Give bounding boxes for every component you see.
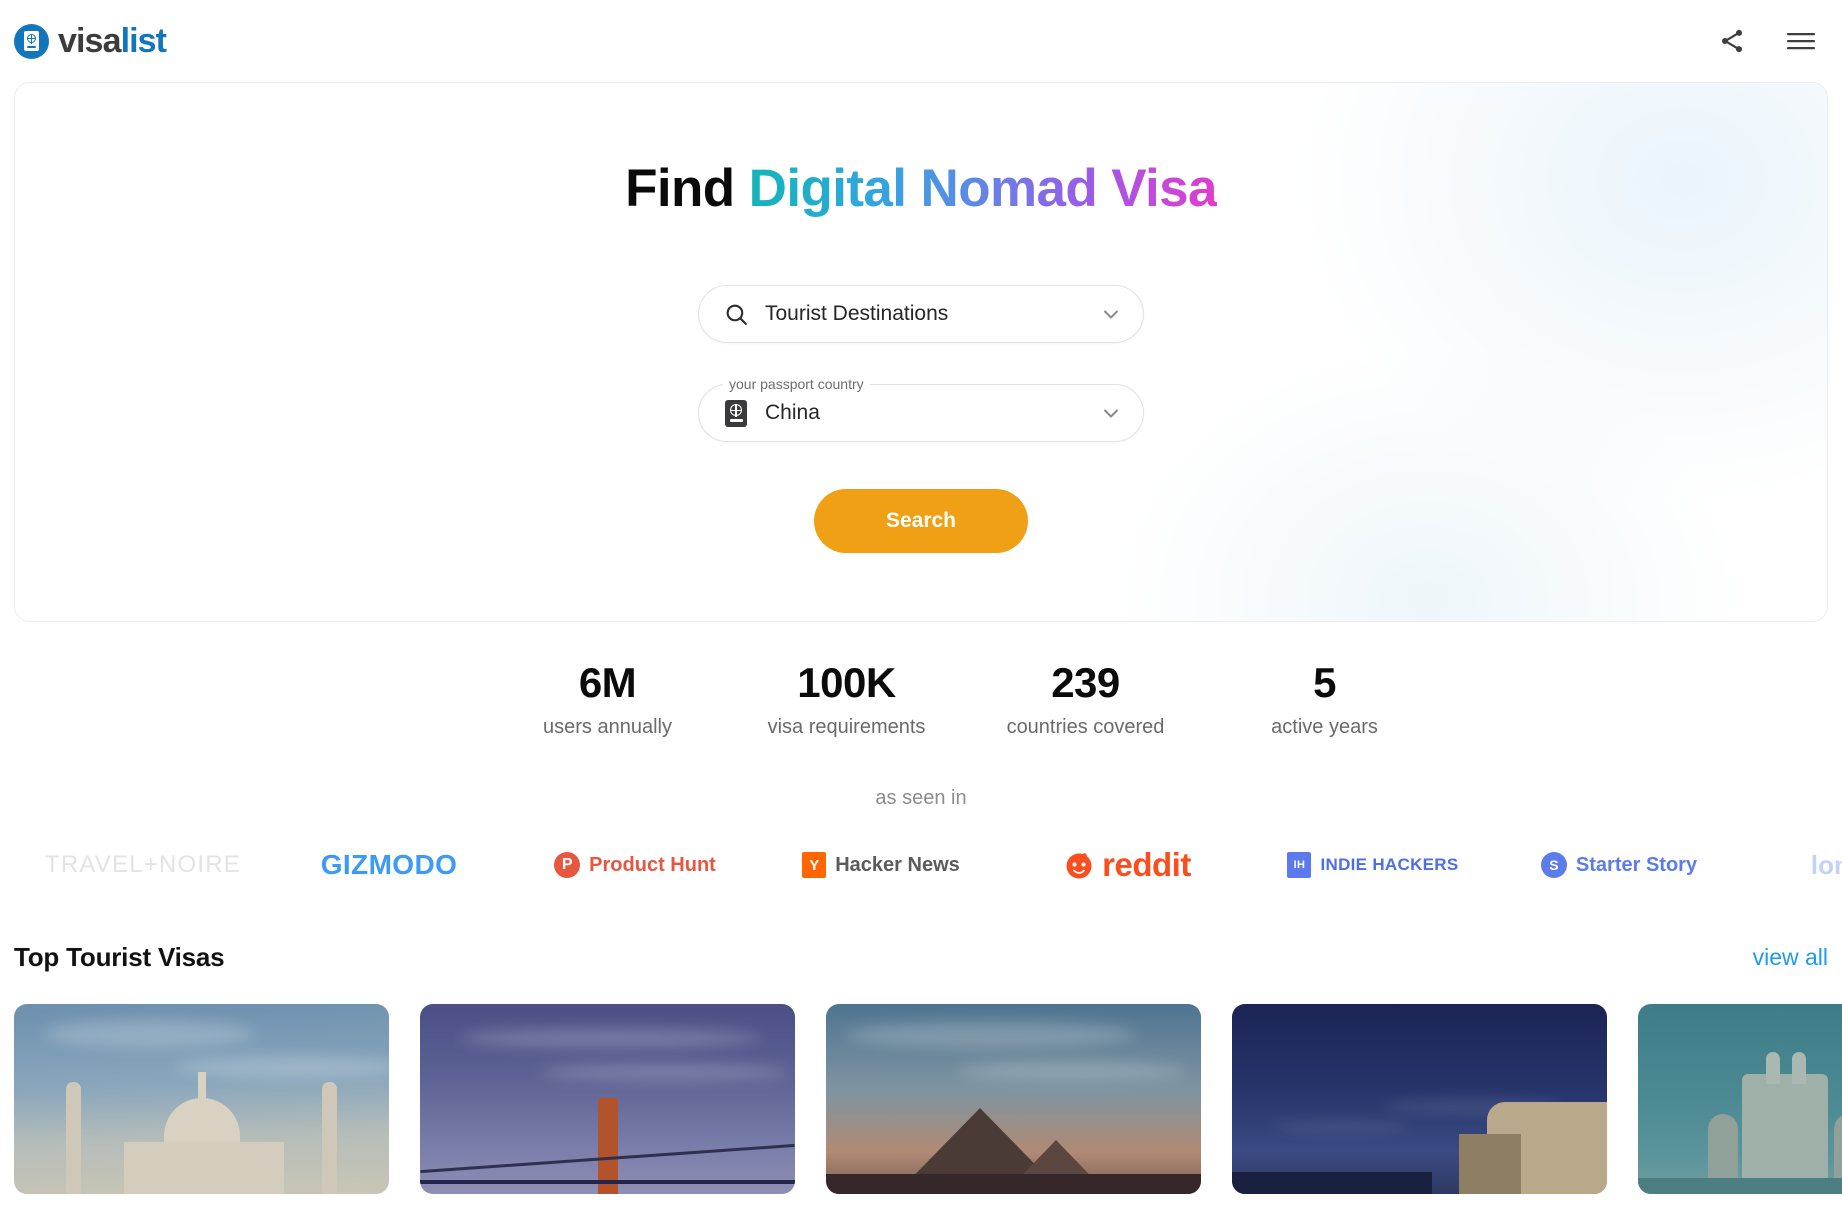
visa-card[interactable]	[1638, 1004, 1842, 1195]
press-logo-indie-hackers[interactable]: IH INDIE HACKERS	[1250, 852, 1496, 879]
press-logo-reddit[interactable]: reddit	[1004, 846, 1250, 884]
press-logo-label: reddit	[1102, 846, 1191, 884]
hamburger-menu-icon[interactable]	[1786, 29, 1816, 53]
visa-card-list	[0, 1004, 1842, 1195]
visa-card[interactable]	[1232, 1004, 1607, 1195]
site-header: visalist	[0, 0, 1842, 82]
stat-label: users annually	[543, 716, 672, 739]
stat-number: 6M	[578, 659, 637, 706]
search-icon	[721, 302, 751, 327]
brand-visa-text: visa	[58, 22, 121, 60]
page-title: Find Digital Nomad Visa	[625, 158, 1217, 219]
brand-list-text: list	[120, 22, 167, 60]
press-logo-label: Product Hunt	[589, 853, 716, 876]
chevron-down-icon[interactable]	[1099, 302, 1123, 326]
search-button[interactable]: Search	[814, 489, 1028, 553]
stat-number: 5	[1313, 659, 1336, 706]
product-hunt-mark-icon: P	[554, 852, 581, 879]
press-logo-gizmodo[interactable]: GIZMODO	[266, 849, 512, 881]
brand-logo[interactable]: visalist	[14, 22, 167, 60]
passport-country-select[interactable]: your passport country China	[698, 376, 1144, 442]
press-logo-starter-story[interactable]: S Starter Story	[1496, 852, 1742, 879]
brand-wordmark: visalist	[58, 22, 167, 60]
press-logo-lonely-planet[interactable]: lonely ●	[1742, 850, 1842, 881]
visalist-passport-logo-icon	[14, 23, 49, 59]
visa-card[interactable]	[420, 1004, 795, 1195]
stat-label: countries covered	[1006, 716, 1165, 739]
stat-item: 100K visa requirements	[727, 659, 966, 739]
chevron-down-icon[interactable]	[1099, 401, 1123, 425]
visa-card[interactable]	[14, 1004, 389, 1195]
hero-card: Find Digital Nomad Visa Tourist Destinat…	[14, 82, 1828, 622]
press-logo-strip: TRAVEL+NOIRE GIZMODO P Product Hunt Y Ha…	[0, 834, 1842, 896]
indie-hackers-mark-icon: IH	[1287, 852, 1312, 879]
stat-item: 6M users annually	[488, 659, 727, 739]
passport-country-value: China	[765, 401, 820, 424]
stat-number: 100K	[797, 659, 896, 706]
stat-number: 239	[1051, 659, 1120, 706]
press-logo-product-hunt[interactable]: P Product Hunt	[512, 852, 758, 879]
search-input[interactable]: Tourist Destinations	[698, 285, 1144, 343]
press-logo-label: Starter Story	[1575, 853, 1698, 876]
press-logo-label: lonely	[1810, 849, 1842, 880]
hacker-news-mark-icon: Y	[802, 852, 827, 879]
press-logo-hacker-news[interactable]: Y Hacker News	[758, 852, 1004, 879]
visa-card[interactable]	[826, 1004, 1201, 1195]
page-title-highlight: Digital Nomad Visa	[748, 159, 1218, 218]
press-logo-label: INDIE HACKERS	[1320, 855, 1459, 875]
view-all-link[interactable]: view all	[1753, 944, 1828, 971]
stat-item: 239 countries covered	[966, 659, 1205, 739]
header-actions	[1718, 27, 1824, 55]
share-icon[interactable]	[1718, 27, 1746, 55]
passport-icon	[721, 399, 751, 427]
reddit-alien-icon	[1063, 849, 1095, 881]
starter-story-mark-icon: S	[1540, 852, 1567, 879]
stat-label: visa requirements	[767, 716, 926, 739]
page-title-static: Find	[625, 159, 749, 218]
page-section-title: Top Tourist Visas	[14, 942, 225, 973]
search-input-value: Tourist Destinations	[765, 302, 949, 325]
passport-country-label: your passport country	[723, 376, 870, 392]
press-logo-travel-noire[interactable]: TRAVEL+NOIRE	[20, 851, 266, 879]
stats-row: 6M users annually 100K visa requirements…	[0, 659, 1842, 739]
press-logo-label: Hacker News	[835, 853, 960, 876]
as-seen-in-label: as seen in	[875, 787, 967, 810]
stat-item: 5 active years	[1205, 659, 1444, 739]
section-header: Top Tourist Visas view all	[0, 942, 1842, 973]
stat-label: active years	[1271, 716, 1378, 739]
